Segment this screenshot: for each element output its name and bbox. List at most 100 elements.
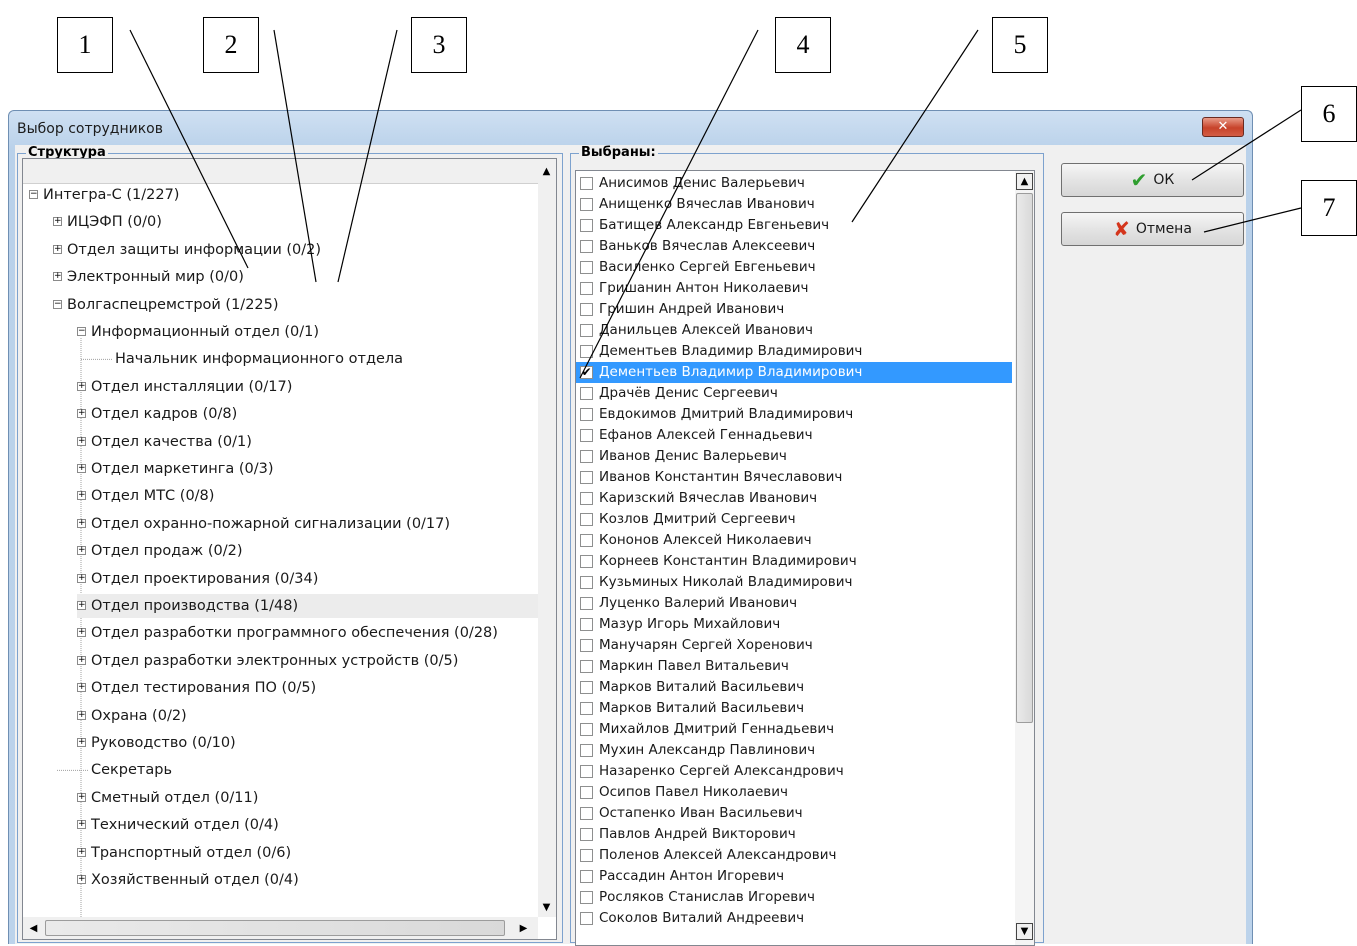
employee-checkbox[interactable] xyxy=(580,555,593,568)
expand-icon[interactable]: + xyxy=(77,792,86,802)
list-item[interactable]: Кузьминых Николай Владимирович xyxy=(576,572,1012,593)
tree-node[interactable]: + Отдел проектирования (0/34) xyxy=(77,567,538,591)
expand-icon[interactable]: + xyxy=(77,820,86,830)
employee-checkbox[interactable] xyxy=(580,681,593,694)
tree-vertical-scrollbar[interactable]: ▲ ▼ xyxy=(538,159,556,917)
tree-node[interactable]: − Интегра-С (1/227) xyxy=(29,183,538,207)
list-item[interactable]: Кононов Алексей Николаевич xyxy=(576,530,1012,551)
tree-node[interactable]: + Транспортный отдел (0/6) xyxy=(77,841,538,865)
tree-node[interactable]: + Хозяйственный отдел (0/4) xyxy=(77,868,538,892)
expand-icon[interactable]: + xyxy=(77,655,86,665)
collapse-icon[interactable]: − xyxy=(77,327,86,336)
employee-checkbox[interactable] xyxy=(580,219,593,232)
tree-node[interactable]: + Отдел тестирования ПО (0/5) xyxy=(77,676,538,700)
list-item[interactable]: Иванов Денис Валерьевич xyxy=(576,446,1012,467)
list-item[interactable]: Корнеев Константин Владимирович xyxy=(576,551,1012,572)
expand-icon[interactable]: + xyxy=(77,738,86,747)
expand-icon[interactable]: + xyxy=(77,491,86,501)
employee-checkbox[interactable] xyxy=(580,513,593,526)
employee-checkbox[interactable] xyxy=(580,660,593,673)
list-item[interactable]: Каризский Вячеслав Иванович xyxy=(576,488,1012,509)
tree-node[interactable]: + Отдел МТС (0/8) xyxy=(77,484,538,508)
list-item[interactable]: Маркин Павел Витальевич xyxy=(576,656,1012,677)
list-item[interactable]: Росляков Станислав Игоревич xyxy=(576,887,1012,908)
list-item[interactable]: Соколов Виталий Андреевич xyxy=(576,908,1012,929)
tree-node[interactable]: + Сметный отдел (0/11) xyxy=(77,786,538,810)
tree-node[interactable]: + ИЦЭФП (0/0) xyxy=(53,210,538,234)
list-item[interactable]: Анищенко Вячеслав Иванович xyxy=(576,194,1012,215)
list-item[interactable]: Иванов Константин Вячеславович xyxy=(576,467,1012,488)
list-item[interactable]: Назаренко Сергей Александрович xyxy=(576,761,1012,782)
tree-node[interactable]: − Волгаспецремстрой (1/225) xyxy=(53,293,538,317)
collapse-icon[interactable]: − xyxy=(53,299,62,309)
list-item[interactable]: Манучарян Сергей Хоренович xyxy=(576,635,1012,656)
expand-icon[interactable]: + xyxy=(77,518,86,528)
employee-checkbox[interactable] xyxy=(580,450,593,463)
list-item[interactable]: Мазур Игорь Михайлович xyxy=(576,614,1012,635)
tree-node[interactable]: Начальник информационного отдела xyxy=(101,347,538,371)
expand-icon[interactable]: + xyxy=(53,272,62,282)
tree-node[interactable]: + Отдел разработки электронных устройств … xyxy=(77,649,538,673)
employee-checkbox[interactable] xyxy=(580,303,593,316)
tree-node[interactable]: + Электронный мир (0/0) xyxy=(53,265,538,289)
employee-checkbox[interactable] xyxy=(580,723,593,736)
list-item[interactable]: Данильцев Алексей Иванович xyxy=(576,320,1012,341)
list-scroll-down-icon[interactable]: ▼ xyxy=(1016,923,1033,940)
tree-node[interactable]: + Отдел защиты информации (0/2) xyxy=(53,238,538,262)
employee-checkbox[interactable] xyxy=(580,492,593,505)
tree-node[interactable]: + Отдел охранно-пожарной сигнализации (0/… xyxy=(77,512,538,536)
selected-employees-list[interactable]: Анисимов Денис Валерьевич Анищенко Вячесл… xyxy=(575,170,1035,946)
employee-checkbox[interactable] xyxy=(580,345,593,358)
list-item[interactable]: Анисимов Денис Валерьевич xyxy=(576,173,1012,194)
tree-node[interactable]: Секретарь xyxy=(77,758,538,782)
employee-checkbox[interactable] xyxy=(580,387,593,400)
tree-node[interactable]: + Руководство (0/10) xyxy=(77,731,538,755)
list-item[interactable]: Батищев Александр Евгеньевич xyxy=(576,215,1012,236)
employee-checkbox[interactable] xyxy=(580,765,593,778)
employee-checkbox[interactable] xyxy=(580,744,593,757)
expand-icon[interactable]: + xyxy=(53,244,62,254)
list-item[interactable]: Козлов Дмитрий Сергеевич xyxy=(576,509,1012,530)
expand-icon[interactable]: + xyxy=(77,875,86,884)
list-item[interactable]: Дементьев Владимир Владимирович xyxy=(576,341,1012,362)
employee-checkbox[interactable] xyxy=(580,912,593,925)
structure-tree[interactable]: − Интегра-С (1/227) + ИЦЭФП (0/0) + Отдел защ… xyxy=(22,158,557,940)
expand-icon[interactable]: + xyxy=(77,409,86,419)
list-item[interactable]: Ваньков Вячеслав Алексеевич xyxy=(576,236,1012,257)
expand-icon[interactable]: + xyxy=(77,546,86,556)
expand-icon[interactable]: + xyxy=(77,381,86,391)
list-vertical-scrollbar[interactable]: ▲ ▼ xyxy=(1015,171,1034,945)
employee-checkbox[interactable]: ✔ xyxy=(580,366,593,379)
list-item[interactable]: Драчёв Денис Сергеевич xyxy=(576,383,1012,404)
expand-icon[interactable]: + xyxy=(77,847,86,857)
list-item[interactable]: Марков Виталий Васильевич xyxy=(576,698,1012,719)
list-item[interactable]: Василенко Сергей Евгеньевич xyxy=(576,257,1012,278)
list-item[interactable]: Павлов Андрей Викторович xyxy=(576,824,1012,845)
tree-node[interactable]: + Отдел разработки программного обеспечен… xyxy=(77,621,538,645)
scroll-right-arrow-icon[interactable]: ▶ xyxy=(515,920,532,937)
tree-node[interactable]: + Охрана (0/2) xyxy=(77,704,538,728)
employee-checkbox[interactable] xyxy=(580,177,593,190)
employee-checkbox[interactable] xyxy=(580,408,593,421)
employee-checkbox[interactable] xyxy=(580,324,593,337)
list-item[interactable]: Михайлов Дмитрий Геннадьевич xyxy=(576,719,1012,740)
employee-checkbox[interactable] xyxy=(580,576,593,589)
list-item[interactable]: Луценко Валерий Иванович xyxy=(576,593,1012,614)
list-item[interactable]: Ефанов Алексей Геннадьевич xyxy=(576,425,1012,446)
expand-icon[interactable]: + xyxy=(77,601,86,610)
employee-checkbox[interactable] xyxy=(580,240,593,253)
tree-node[interactable]: + Отдел маркетинга (0/3) xyxy=(77,457,538,481)
tree-node[interactable]: + Отдел инсталляции (0/17) xyxy=(77,375,538,399)
list-item[interactable]: Мухин Александр Павлинович xyxy=(576,740,1012,761)
list-item[interactable]: ✔ Дементьев Владимир Владимирович xyxy=(576,362,1012,383)
expand-icon[interactable]: + xyxy=(77,710,86,720)
list-item[interactable]: Марков Виталий Васильевич xyxy=(576,677,1012,698)
tree-node[interactable]: + Отдел качества (0/1) xyxy=(77,430,538,454)
employee-checkbox[interactable] xyxy=(580,429,593,442)
employee-checkbox[interactable] xyxy=(580,891,593,904)
list-item[interactable]: Осипов Павел Николаевич xyxy=(576,782,1012,803)
expand-icon[interactable]: + xyxy=(77,683,86,693)
tree-horizontal-scrollbar[interactable]: ◀ ▶ xyxy=(23,917,538,939)
tree-hscroll-thumb[interactable] xyxy=(45,920,505,936)
employee-checkbox[interactable] xyxy=(580,282,593,295)
